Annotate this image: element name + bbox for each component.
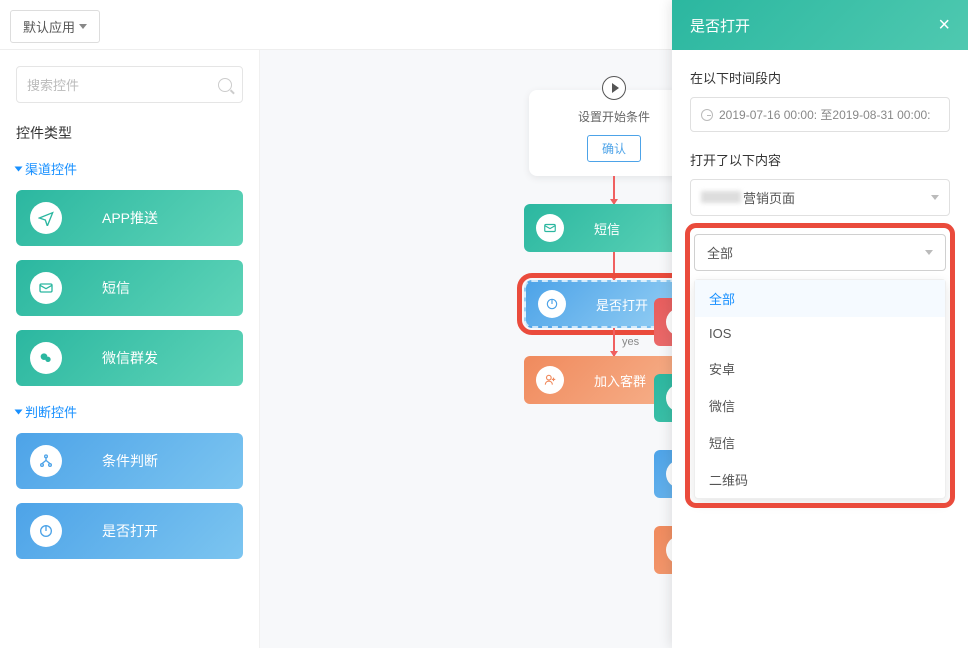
send-icon	[30, 202, 62, 234]
dropdown-option-qrcode[interactable]: 二维码	[695, 461, 945, 498]
caret-down-icon	[79, 24, 87, 29]
arrow-icon	[613, 176, 615, 204]
mail-icon	[30, 272, 62, 304]
dropdown-option-all[interactable]: 全部	[695, 280, 945, 317]
channel-selected: 全部	[707, 243, 733, 262]
chevron-down-icon	[15, 409, 23, 414]
search-input[interactable]: 搜索控件	[16, 66, 243, 103]
play-icon	[602, 76, 626, 100]
arrow-icon	[613, 328, 615, 356]
widget-label: 短信	[102, 278, 130, 298]
blurred-text	[701, 191, 741, 203]
time-label: 在以下时间段内	[690, 68, 950, 87]
time-value: 2019-07-16 00:00: 至2019-08-31 00:00:	[719, 106, 931, 123]
confirm-button[interactable]: 确认	[587, 135, 641, 162]
time-range-input[interactable]: 2019-07-16 00:00: 至2019-08-31 00:00:	[690, 97, 950, 132]
channel-select[interactable]: 全部	[694, 234, 946, 271]
power-icon	[30, 515, 62, 547]
group-channel-label: 渠道控件	[25, 159, 77, 178]
widget-sms[interactable]: 短信	[16, 260, 243, 316]
group-channel-header[interactable]: 渠道控件	[16, 159, 243, 178]
widget-label: APP推送	[102, 208, 158, 228]
power-icon	[538, 290, 566, 318]
channel-dropdown-list: 全部 IOS 安卓 微信 短信 二维码	[694, 279, 946, 499]
branch-yes-label: yes	[622, 336, 639, 348]
section-title: 控件类型	[16, 123, 243, 143]
arrow-icon	[613, 252, 615, 280]
content-select[interactable]: 营销页面	[690, 179, 950, 216]
node-label: 短信	[594, 219, 620, 238]
dropdown-option-android[interactable]: 安卓	[695, 350, 945, 387]
default-app-dropdown[interactable]: 默认应用	[10, 10, 100, 43]
widget-label: 条件判断	[102, 451, 158, 471]
caret-down-icon	[925, 250, 933, 255]
search-placeholder: 搜索控件	[27, 75, 79, 94]
node-label: 加入客群	[594, 371, 646, 390]
search-icon	[218, 78, 232, 92]
widget-wechat[interactable]: 微信群发	[16, 330, 243, 386]
node-label: 是否打开	[596, 295, 648, 314]
side-panel: 是否打开 × 在以下时间段内 2019-07-16 00:00: 至2019-0…	[672, 0, 968, 648]
sidebar: 搜索控件 控件类型 渠道控件 APP推送 短信 微信群发 判断控件 条件判断	[0, 50, 260, 648]
caret-down-icon	[931, 195, 939, 200]
chevron-down-icon	[15, 166, 23, 171]
panel-header: 是否打开 ×	[672, 0, 968, 50]
content-label: 打开了以下内容	[690, 150, 950, 169]
widget-condition[interactable]: 条件判断	[16, 433, 243, 489]
branch-icon	[30, 445, 62, 477]
clock-icon	[701, 109, 713, 121]
mail-icon	[536, 214, 564, 242]
dropdown-option-ios[interactable]: IOS	[695, 317, 945, 350]
channel-dropdown-highlight: 全部 全部 IOS 安卓 微信 短信 二维码	[690, 228, 950, 503]
widget-app-push[interactable]: APP推送	[16, 190, 243, 246]
start-title: 设置开始条件	[549, 108, 679, 125]
close-icon[interactable]: ×	[938, 14, 950, 37]
content-value: 营销页面	[743, 191, 795, 206]
dropdown-option-sms[interactable]: 短信	[695, 424, 945, 461]
widget-label: 是否打开	[102, 521, 158, 541]
group-condition-header[interactable]: 判断控件	[16, 402, 243, 421]
dropdown-option-wechat[interactable]: 微信	[695, 387, 945, 424]
default-app-label: 默认应用	[23, 17, 75, 36]
user-add-icon	[536, 366, 564, 394]
widget-is-open[interactable]: 是否打开	[16, 503, 243, 559]
group-condition-label: 判断控件	[25, 402, 77, 421]
wechat-icon	[30, 342, 62, 374]
widget-label: 微信群发	[102, 348, 158, 368]
panel-title: 是否打开	[690, 15, 750, 36]
